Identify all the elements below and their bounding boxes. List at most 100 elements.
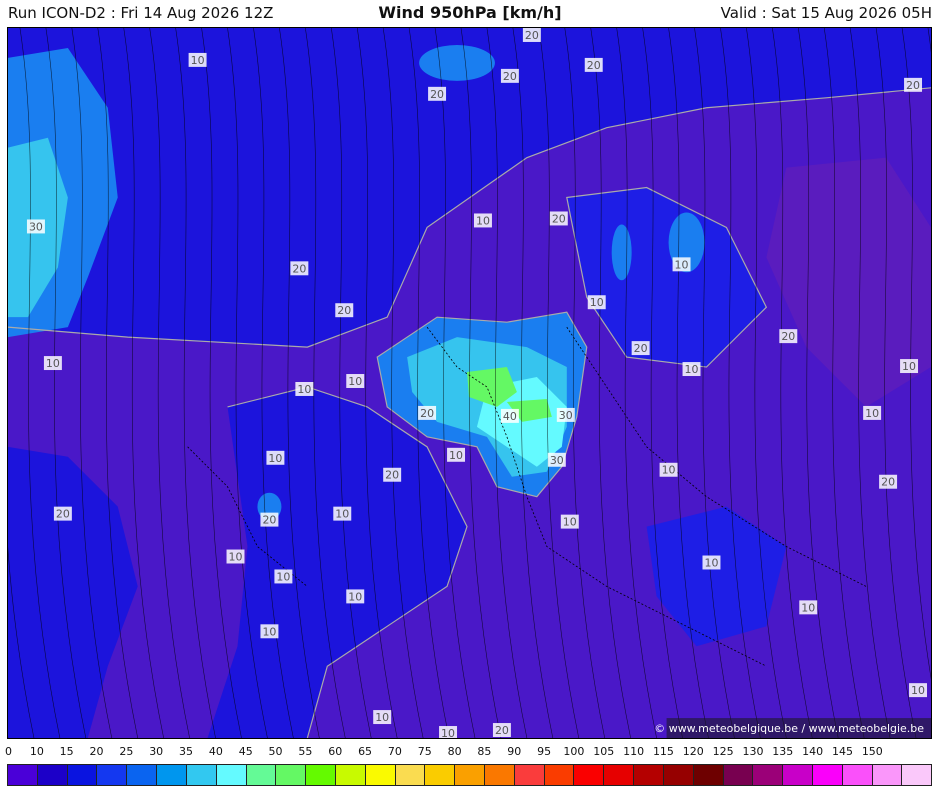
contour-label: 20	[290, 261, 309, 275]
svg-text:20: 20	[56, 508, 70, 521]
wind-map: 10 20 20 20 20 20 10 20 30 20 10 10 20 20 20 10 10 10 10 10…	[7, 27, 932, 739]
contour-label: 30	[547, 452, 566, 467]
contour-label: 10	[863, 405, 882, 420]
colorbar-swatch	[8, 765, 38, 785]
colorbar-tick: 30	[149, 745, 164, 758]
colorbar-swatch	[514, 765, 545, 785]
svg-text:20: 20	[634, 342, 648, 355]
valid-time: Valid : Sat 15 Aug 2026 05H	[720, 4, 932, 22]
colorbar-swatch	[335, 765, 366, 785]
colorbar-swatch	[842, 765, 873, 785]
colorbar-swatch	[186, 765, 217, 785]
colorbar-tick: 35	[179, 745, 194, 758]
colorbar-tick: 95	[537, 745, 552, 758]
contour-label: 20	[428, 86, 447, 101]
contour-label: 10	[900, 359, 919, 373]
svg-text:20: 20	[781, 330, 795, 343]
svg-text:10: 10	[335, 508, 349, 521]
colorbar-tick: 80	[447, 745, 462, 758]
colorbar-tick: 150	[861, 745, 883, 758]
svg-text:20: 20	[552, 212, 566, 225]
colorbar-swatch	[455, 765, 485, 785]
colorbar-swatch	[902, 765, 932, 785]
svg-text:10: 10	[662, 464, 676, 477]
colorbar-tick: 15	[59, 745, 74, 758]
colorbar-tick: 10	[29, 745, 44, 758]
contour-label: 20	[492, 723, 511, 737]
contour-label: 10	[226, 549, 245, 563]
credit-text: © www.meteobelgique.be / www.meteobelgie…	[654, 722, 924, 735]
colorbar-tick: 120	[682, 745, 704, 758]
colorbar-tick: 145	[831, 745, 853, 758]
contour-label: 10	[439, 726, 458, 738]
svg-text:20: 20	[262, 514, 276, 527]
svg-text:20: 20	[906, 79, 920, 92]
svg-text:10: 10	[375, 711, 389, 724]
contour-label: 10	[274, 569, 293, 583]
svg-text:20: 20	[292, 262, 306, 275]
colorbar-swatch	[604, 765, 635, 785]
colorbar-swatch	[723, 765, 754, 785]
contour-label: 10	[672, 257, 691, 271]
colorbar-tick: 75	[417, 745, 432, 758]
contour-label: 20	[500, 68, 519, 83]
colorbar-swatch	[216, 765, 247, 785]
colorbar-tick: 90	[507, 745, 522, 758]
contour-label: 20	[904, 77, 923, 92]
svg-text:20: 20	[337, 304, 351, 317]
contour-label: 10	[799, 600, 818, 614]
colorbar-tick: 65	[358, 745, 373, 758]
colorbar-swatch	[157, 765, 187, 785]
colorbar-tick: 125	[712, 745, 734, 758]
colorbar-tick: 135	[772, 745, 794, 758]
colorbar-tick: 115	[652, 745, 674, 758]
contour-label: 20	[418, 405, 437, 420]
colorbar-swatch	[634, 765, 664, 785]
contour-label: 10	[682, 362, 701, 376]
colorbar-tick: 25	[119, 745, 134, 758]
colorbar-labels: 0 10 15 20 25 30 35 40 45 50 55 60 65 70 75 80 85 90 95 100…	[0, 745, 940, 761]
colorbar-swatch	[485, 765, 515, 785]
colorbar-tick: 0	[5, 745, 12, 758]
contour-label: 10	[346, 589, 365, 603]
colorbar-tick: 50	[268, 745, 283, 758]
colorbar-swatch	[127, 765, 158, 785]
contour-label: 10	[659, 462, 678, 477]
svg-text:10: 10	[911, 684, 925, 697]
streamline	[8, 736, 9, 738]
colorbar-swatch	[693, 765, 724, 785]
colorbar-swatch	[783, 765, 813, 785]
svg-text:30: 30	[559, 409, 573, 422]
svg-text:10: 10	[348, 375, 362, 388]
svg-text:10: 10	[685, 363, 699, 376]
colorbar-swatch	[246, 765, 277, 785]
svg-text:30: 30	[550, 454, 564, 467]
svg-text:10: 10	[191, 54, 205, 67]
blob-north	[419, 44, 495, 81]
colorbar-swatch	[544, 765, 575, 785]
svg-text:10: 10	[704, 556, 718, 569]
contour-label: 10	[295, 382, 314, 396]
colorbar-swatch	[812, 765, 843, 785]
contour-label: 20	[879, 474, 898, 489]
colorbar-tick: 40	[208, 745, 223, 758]
colorbar-tick: 70	[387, 745, 402, 758]
svg-text:10: 10	[563, 516, 577, 529]
svg-text:40: 40	[503, 410, 517, 423]
svg-text:20: 20	[430, 88, 444, 101]
svg-text:20: 20	[503, 70, 517, 83]
colorbar-swatch	[276, 765, 307, 785]
colorbar-swatch	[425, 765, 456, 785]
svg-text:20: 20	[587, 59, 601, 72]
svg-text:10: 10	[476, 214, 490, 227]
contour-label: 10	[560, 514, 579, 529]
contour-label: 20	[335, 303, 354, 317]
svg-text:10: 10	[276, 570, 290, 583]
contour-label: 10	[333, 506, 352, 521]
colorbar-swatch	[753, 765, 784, 785]
contour-label: 30	[26, 219, 45, 233]
svg-text:10: 10	[590, 296, 604, 309]
colorbar-tick: 85	[477, 745, 492, 758]
contour-label: 20	[522, 28, 541, 42]
contour-label: 10	[587, 295, 606, 309]
